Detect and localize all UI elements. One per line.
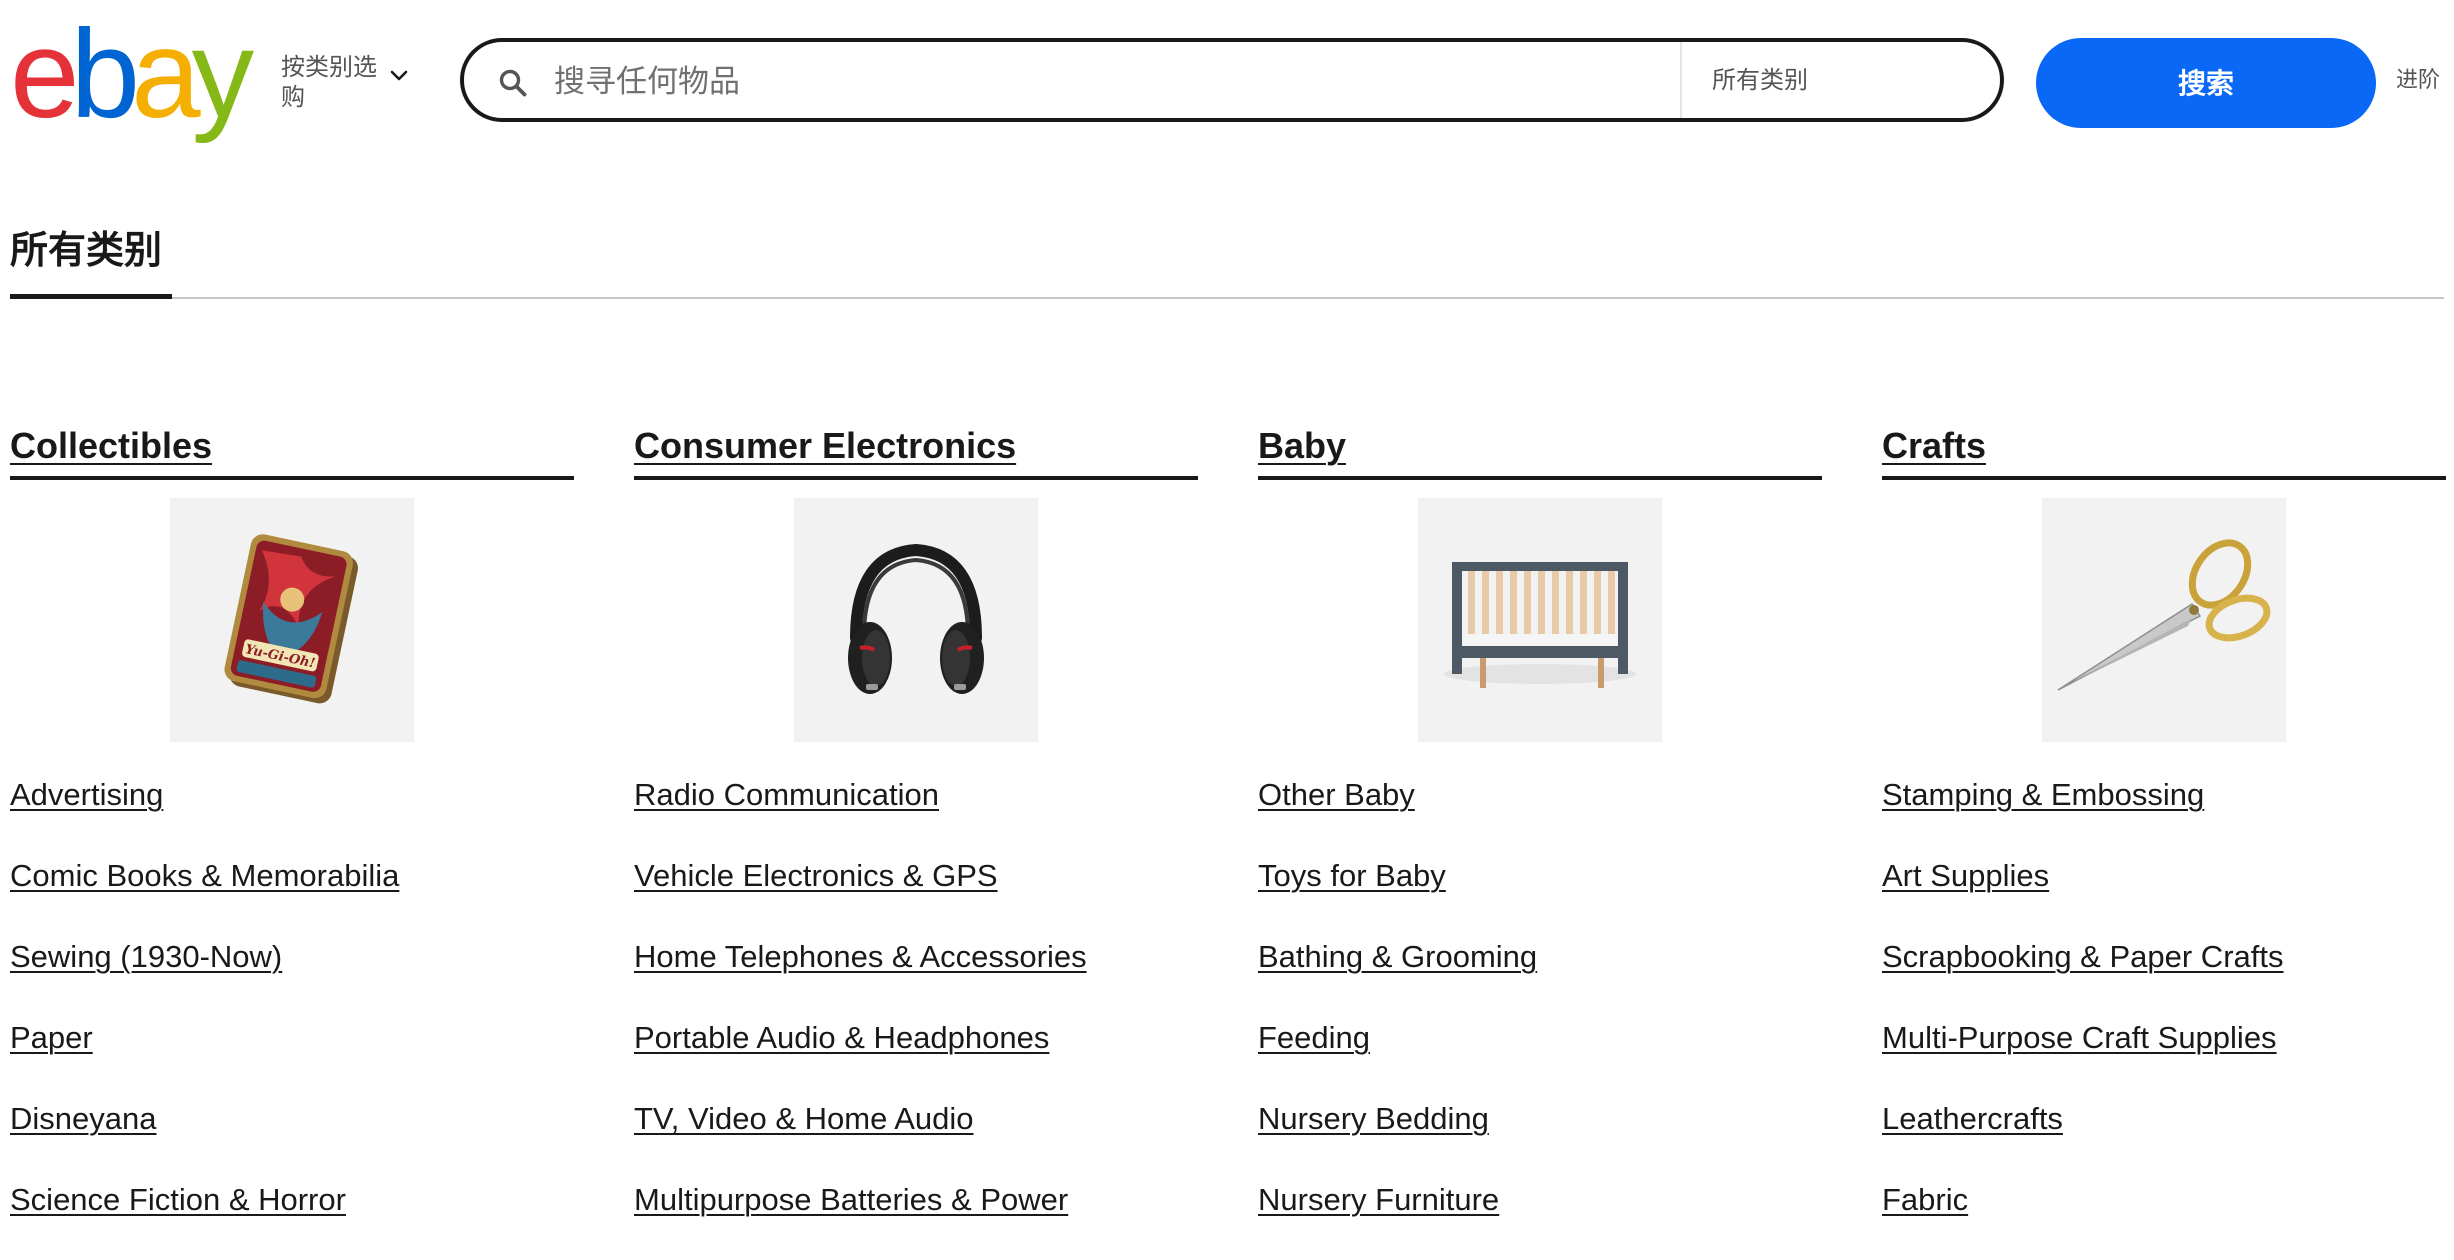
list-item: Disneyana [10, 1098, 574, 1179]
category-link[interactable]: Paper [10, 1020, 93, 1055]
category-link[interactable]: Sewing (1930-Now) [10, 939, 282, 974]
trading-card-tin-icon: Yu-Gi-Oh! [224, 534, 358, 704]
category-link[interactable]: Toys for Baby [1258, 858, 1446, 893]
crib-icon [1444, 562, 1636, 688]
list-item: Toys for Baby [1258, 855, 1822, 936]
category-links-consumer-electronics: Radio Communication Vehicle Electronics … [634, 774, 1198, 1260]
heading-rule [10, 476, 574, 480]
category-column-collectibles: Collectibles Yu-Gi-Oh! Advertising Comic… [10, 420, 574, 1217]
list-item: Home Telephones & Accessories [634, 936, 1198, 1017]
list-item: TV, Video & Home Audio [634, 1098, 1198, 1179]
category-link[interactable]: TV, Video & Home Audio [634, 1101, 974, 1136]
list-item: Multi-Purpose Craft Supplies [1882, 1017, 2446, 1098]
scissors-icon [2057, 539, 2271, 691]
list-item: Advertising [10, 774, 574, 855]
list-item: Leathercrafts [1882, 1098, 2446, 1179]
list-item: Vehicle Electronics & GPS [634, 855, 1198, 936]
list-item: Nursery Bedding [1258, 1098, 1822, 1179]
category-link[interactable]: Portable Audio & Headphones [634, 1020, 1049, 1055]
category-link[interactable]: Multi-Purpose Craft Supplies [1882, 1020, 2277, 1055]
category-link[interactable]: Advertising [10, 777, 163, 812]
category-link[interactable]: Leathercrafts [1882, 1101, 2063, 1136]
category-links-collectibles: Advertising Comic Books & Memorabilia Se… [10, 774, 574, 1260]
list-item: Art Supplies [1882, 855, 2446, 936]
category-link[interactable]: Disneyana [10, 1101, 156, 1136]
category-image-collectibles[interactable]: Yu-Gi-Oh! [170, 498, 414, 742]
list-item: Nursery Furniture [1258, 1179, 1822, 1260]
list-item: Sewing (1930-Now) [10, 936, 574, 1017]
category-link[interactable]: Home Telephones & Accessories [634, 939, 1087, 974]
list-item: Radio Communication [634, 774, 1198, 855]
category-link[interactable]: Nursery Bedding [1258, 1101, 1489, 1136]
category-link[interactable]: Feeding [1258, 1020, 1370, 1055]
category-image-crafts[interactable] [2042, 498, 2286, 742]
list-item: Feeding [1258, 1017, 1822, 1098]
category-grid: Collectibles Yu-Gi-Oh! Advertising Comic… [0, 0, 2454, 1217]
category-image-baby[interactable] [1418, 498, 1662, 742]
category-link[interactable]: Radio Communication [634, 777, 939, 812]
list-item: Comic Books & Memorabilia [10, 855, 574, 936]
list-item: Bathing & Grooming [1258, 936, 1822, 1017]
category-image-consumer-electronics[interactable] [794, 498, 1038, 742]
list-item: Scrapbooking & Paper Crafts [1882, 936, 2446, 1017]
category-heading-collectibles[interactable]: Collectibles [10, 420, 574, 472]
list-item: Fabric [1882, 1179, 2446, 1260]
list-item: Other Baby [1258, 774, 1822, 855]
list-item: Multipurpose Batteries & Power [634, 1179, 1198, 1260]
category-column-baby: Baby Other Baby Toys for Baby Bathing & … [1258, 420, 1822, 1217]
category-link[interactable]: Fabric [1882, 1182, 1968, 1217]
category-heading-consumer-electronics[interactable]: Consumer Electronics [634, 420, 1198, 472]
category-links-crafts: Stamping & Embossing Art Supplies Scrapb… [1882, 774, 2446, 1260]
heading-rule [1258, 476, 1822, 480]
category-link[interactable]: Science Fiction & Horror [10, 1182, 346, 1217]
category-link[interactable]: Multipurpose Batteries & Power [634, 1182, 1068, 1217]
list-item: Science Fiction & Horror [10, 1179, 574, 1260]
category-column-consumer-electronics: Consumer Electronics Radio Communication… [634, 420, 1198, 1217]
category-links-baby: Other Baby Toys for Baby Bathing & Groom… [1258, 774, 1822, 1260]
category-link[interactable]: Bathing & Grooming [1258, 939, 1537, 974]
category-heading-crafts[interactable]: Crafts [1882, 420, 2446, 472]
category-link[interactable]: Scrapbooking & Paper Crafts [1882, 939, 2284, 974]
category-heading-baby[interactable]: Baby [1258, 420, 1822, 472]
category-link[interactable]: Comic Books & Memorabilia [10, 858, 399, 893]
category-link[interactable]: Art Supplies [1882, 858, 2049, 893]
category-link[interactable]: Stamping & Embossing [1882, 777, 2204, 812]
category-link[interactable]: Nursery Furniture [1258, 1182, 1499, 1217]
headphones-icon [848, 543, 984, 694]
heading-rule [634, 476, 1198, 480]
category-link[interactable]: Vehicle Electronics & GPS [634, 858, 998, 893]
heading-rule [1882, 476, 2446, 480]
list-item: Stamping & Embossing [1882, 774, 2446, 855]
category-column-crafts: Crafts Stamping & Embossing Art Supplies… [1882, 420, 2446, 1217]
list-item: Portable Audio & Headphones [634, 1017, 1198, 1098]
category-link[interactable]: Other Baby [1258, 777, 1415, 812]
list-item: Paper [10, 1017, 574, 1098]
